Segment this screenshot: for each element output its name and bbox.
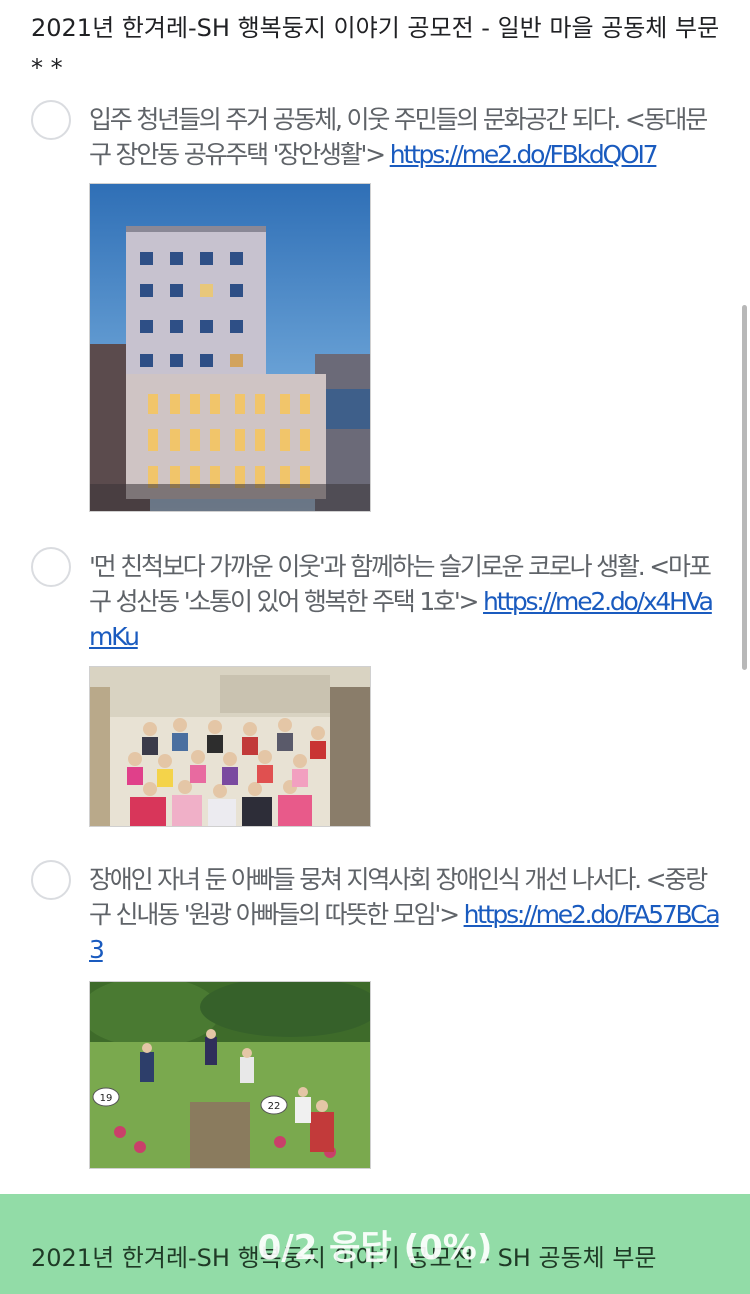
plot-sign-19: 19	[100, 1093, 113, 1104]
option-1-radio[interactable]	[31, 100, 71, 140]
option-2-radio[interactable]	[31, 547, 71, 587]
scrollbar[interactable]	[742, 305, 747, 670]
option-2-text: '먼 친척보다 가까운 이웃'과 함께하는 슬기로운 코로나 생활. <마포구 …	[89, 549, 721, 654]
question-title: 2021년 한겨레-SH 행복둥지 이야기 공모전 - 일반 마을 공동체 부문…	[31, 14, 720, 82]
option-3-image: 19 22	[89, 981, 371, 1169]
option-1-image	[89, 183, 371, 512]
option-2-image	[89, 666, 371, 827]
option-3-radio[interactable]	[31, 860, 71, 900]
option-3-text: 장애인 자녀 둔 아빠들 뭉쳐 지역사회 장애인식 개선 나서다. <중랑구 신…	[89, 862, 721, 967]
progress-label: 0/2 응답 (0%)	[257, 1228, 493, 1268]
survey-page: 2021년 한겨레-SH 행복둥지 이야기 공모전 - 일반 마을 공동체 부문…	[0, 0, 750, 1294]
option-1-link[interactable]: https://me2.do/FBkdQOI7	[390, 140, 659, 169]
option-1-text: 입주 청년들의 주거 공동체, 이웃 주민들의 문화공간 되다. <동대문구 장…	[89, 102, 721, 172]
plot-sign-22: 22	[268, 1101, 281, 1112]
